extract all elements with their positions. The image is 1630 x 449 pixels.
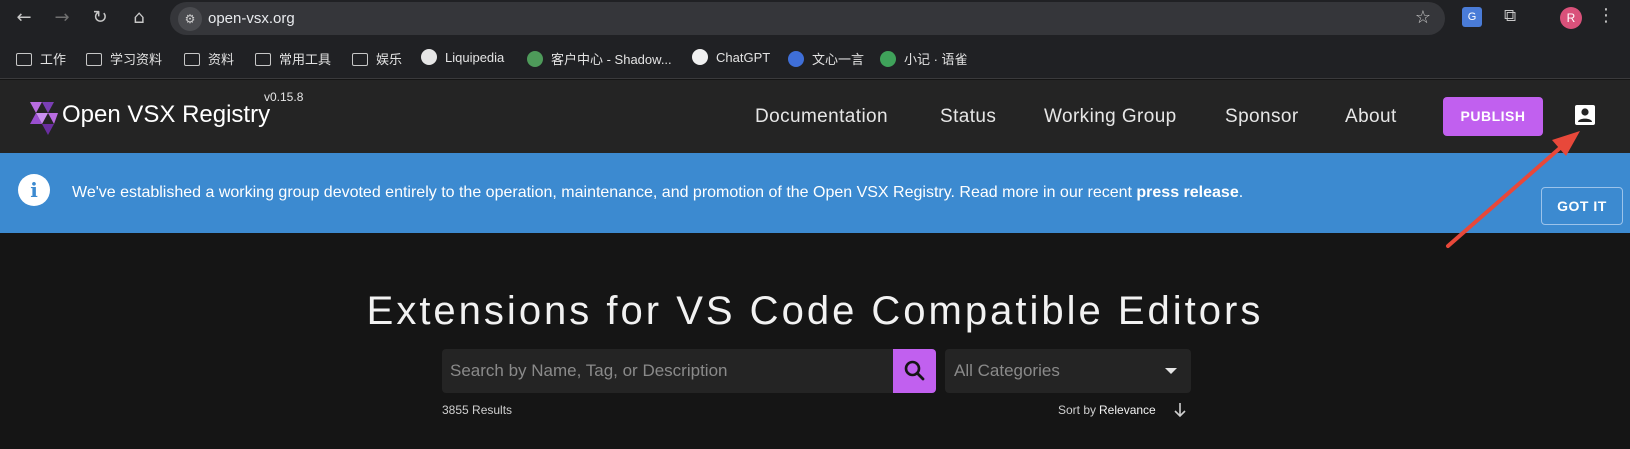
star-icon[interactable]: ☆	[1415, 7, 1431, 28]
nav-status[interactable]: Status	[940, 106, 996, 128]
chatgpt-icon	[692, 49, 708, 65]
paper-plane-icon	[527, 51, 543, 67]
browser-toolbar: ← → ↻ ⌂ ⚙ open-vsx.org ☆ G ⧉ R ⋮	[0, 0, 1630, 37]
search-icon	[904, 360, 925, 381]
bookmark-folder[interactable]: 常用工具	[255, 49, 331, 67]
folder-icon	[16, 53, 32, 66]
url-text[interactable]: open-vsx.org	[208, 10, 295, 27]
dropdown-arrow-icon	[1165, 368, 1177, 374]
bookmark-chatgpt[interactable]: ChatGPT	[692, 49, 770, 67]
bookmark-liquipedia[interactable]: Liquipedia	[421, 49, 504, 67]
nav-documentation[interactable]: Documentation	[755, 106, 888, 128]
category-select[interactable]: All Categories	[945, 349, 1191, 393]
folder-icon	[184, 53, 200, 66]
open-vsx-logo-icon[interactable]	[28, 96, 58, 136]
account-icon[interactable]	[1574, 104, 1596, 126]
bookmark-folder[interactable]: 学习资料	[86, 49, 162, 67]
nav-about[interactable]: About	[1345, 106, 1397, 128]
bookmark-wenxin[interactable]: 文心一言	[788, 49, 864, 67]
home-icon[interactable]: ⌂	[127, 6, 151, 30]
publish-button[interactable]: PUBLISH	[1443, 97, 1543, 136]
info-banner: i We've established a working group devo…	[0, 153, 1630, 233]
bookmark-shadow[interactable]: 客户中心 - Shadow...	[527, 49, 672, 67]
search-container	[442, 349, 893, 393]
search-input[interactable]	[442, 349, 893, 393]
reload-icon[interactable]: ↻	[88, 6, 112, 30]
back-icon[interactable]: ←	[12, 6, 36, 30]
press-release-link[interactable]: press release	[1136, 184, 1238, 201]
results-count: 3855 Results	[442, 403, 513, 417]
menu-icon[interactable]: ⋮	[1597, 5, 1615, 26]
sort-value[interactable]: Relevance	[1099, 403, 1156, 417]
bookmark-folder[interactable]: 工作	[16, 49, 66, 67]
site-header: Open VSX Registry v0.15.8 Documentation …	[0, 80, 1630, 153]
main-content: Extensions for VS Code Compatible Editor…	[0, 233, 1630, 449]
got-it-button[interactable]: GOT IT	[1541, 187, 1623, 225]
bookmark-folder[interactable]: 资料	[184, 49, 234, 67]
bookmarks-bar: 工作 学习资料 资料 常用工具 娱乐 Liquipedia 客户中心 - Sha…	[0, 37, 1630, 79]
folder-icon	[86, 53, 102, 66]
page-title: Extensions for VS Code Compatible Editor…	[366, 289, 1264, 333]
folder-icon	[255, 53, 271, 66]
folder-icon	[352, 53, 368, 66]
yuque-icon	[880, 51, 896, 67]
translate-icon[interactable]: G	[1462, 7, 1482, 27]
search-button[interactable]	[893, 349, 936, 393]
category-label: All Categories	[954, 361, 1060, 380]
extensions-icon[interactable]: ⧉	[1504, 6, 1516, 26]
forward-icon[interactable]: →	[50, 6, 74, 30]
liquipedia-icon	[421, 49, 437, 65]
version-label: v0.15.8	[264, 90, 304, 104]
site-settings-icon[interactable]: ⚙	[178, 7, 202, 31]
banner-message: We've established a working group devote…	[72, 184, 1244, 201]
profile-avatar[interactable]: R	[1560, 7, 1582, 29]
nav-sponsor[interactable]: Sponsor	[1225, 106, 1299, 128]
bookmark-folder[interactable]: 娱乐	[352, 49, 402, 67]
info-icon: i	[18, 174, 50, 206]
wenxin-icon	[788, 51, 804, 67]
brand-name[interactable]: Open VSX Registry	[62, 101, 270, 129]
bookmark-yuque[interactable]: 小记 · 语雀	[880, 49, 968, 67]
sort-control[interactable]: Sort by Relevance	[1058, 403, 1156, 417]
nav-working-group[interactable]: Working Group	[1044, 106, 1177, 128]
sort-direction-icon[interactable]	[1172, 401, 1188, 419]
address-bar[interactable]: ⚙ open-vsx.org ☆	[170, 2, 1445, 35]
